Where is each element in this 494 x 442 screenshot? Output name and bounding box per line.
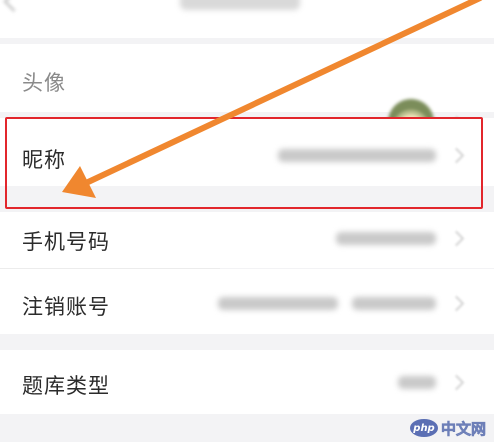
watermark-text: 中文网 (441, 419, 487, 438)
annotation-arrow (62, 0, 483, 198)
watermark-logo: php (410, 419, 438, 437)
arrow-shaft (83, 0, 483, 186)
watermark: php 中文网 (410, 418, 486, 438)
